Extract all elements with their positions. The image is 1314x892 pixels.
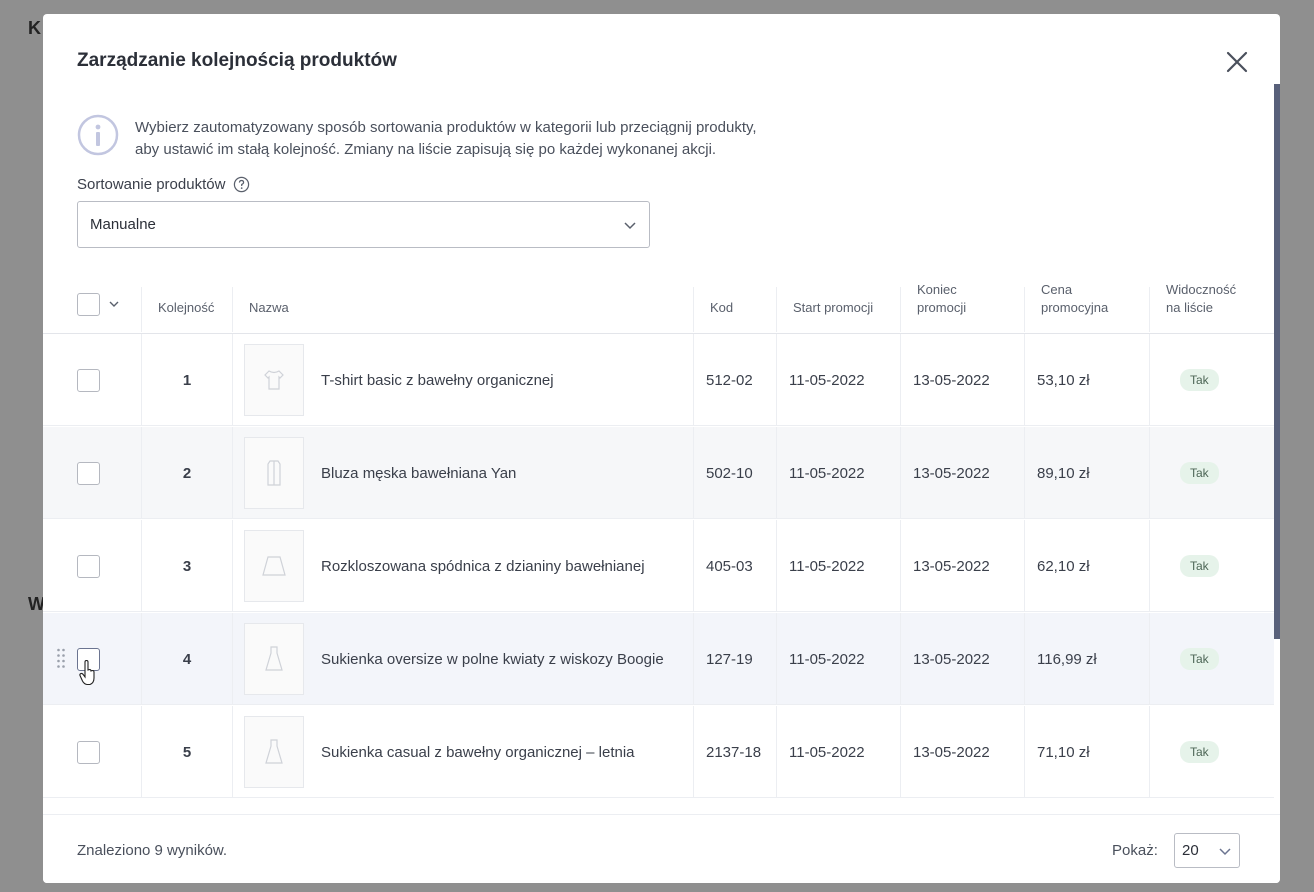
header-end-line2: promocji <box>917 300 967 315</box>
visibility-badge: Tak <box>1180 555 1219 577</box>
row-price: 89,10 zł <box>1037 464 1090 482</box>
sort-select[interactable]: Manualne <box>77 201 650 248</box>
row-code: 405-03 <box>706 557 753 575</box>
row-end: 13-05-2022 <box>913 464 990 482</box>
table-header: Kolejność Nazwa Kod Start promocji Konie… <box>43 279 1274 334</box>
row-start: 11-05-2022 <box>789 557 865 575</box>
row-checkbox[interactable] <box>77 740 100 764</box>
hand-cursor-icon <box>79 660 95 686</box>
table-row[interactable]: 1 T-shirt basic z bawełny organicznej 51… <box>43 334 1274 426</box>
info-text: Wybierz zautomatyzowany sposób sortowani… <box>135 117 835 161</box>
row-name: Bluza męska bawełniana Yan <box>321 464 517 482</box>
row-code: 2137-18 <box>706 743 762 761</box>
dress-icon <box>244 716 304 788</box>
row-end: 13-05-2022 <box>913 743 990 761</box>
header-code[interactable]: Kod <box>710 299 733 317</box>
visibility-badge: Tak <box>1180 648 1219 670</box>
row-order: 5 <box>182 743 192 761</box>
row-code: 127-19 <box>706 650 753 668</box>
row-checkbox[interactable] <box>77 554 100 578</box>
row-price: 116,99 zł <box>1037 650 1097 668</box>
header-end[interactable]: Koniec promocji <box>917 281 966 317</box>
info-line-1: Wybierz zautomatyzowany sposób sortowani… <box>135 119 757 136</box>
select-all-chevron-icon[interactable] <box>108 300 120 309</box>
chevron-down-icon <box>1219 847 1231 855</box>
page-size-label: Pokaż: <box>1112 842 1158 859</box>
modal-title: Zarządzanie kolejnością produktów <box>77 50 397 71</box>
row-end: 13-05-2022 <box>913 371 990 389</box>
close-icon[interactable] <box>1223 48 1251 76</box>
row-checkbox[interactable] <box>77 461 100 485</box>
modal-scrollbar[interactable] <box>1274 84 1280 639</box>
row-order: 1 <box>182 371 192 389</box>
header-price[interactable]: Cena promocyjna <box>1041 281 1108 317</box>
row-order: 4 <box>182 650 192 668</box>
visibility-badge: Tak <box>1180 369 1219 391</box>
header-order[interactable]: Kolejność <box>158 299 214 317</box>
page-size-select[interactable]: 20 <box>1174 833 1240 868</box>
product-order-modal: Zarządzanie kolejnością produktów Wybier… <box>43 14 1280 883</box>
row-code: 512-02 <box>706 371 753 389</box>
visibility-badge: Tak <box>1180 741 1219 763</box>
tshirt-icon <box>244 344 304 416</box>
row-checkbox[interactable] <box>77 368 100 392</box>
results-count: Znaleziono 9 wyników. <box>77 842 228 859</box>
row-start: 11-05-2022 <box>789 650 865 668</box>
background-fragment-top: K <box>28 18 41 38</box>
table-row[interactable]: 3 Rozkloszowana spódnica z dzianiny bawe… <box>43 520 1274 612</box>
row-name: T-shirt basic z bawełny organicznej <box>321 371 554 389</box>
row-price: 71,10 zł <box>1037 743 1090 761</box>
header-start[interactable]: Start promocji <box>793 299 873 317</box>
row-order: 2 <box>182 464 192 482</box>
header-visibility[interactable]: Widoczność na liście <box>1166 281 1236 317</box>
row-price: 62,10 zł <box>1037 557 1090 575</box>
header-end-line1: Koniec <box>917 282 957 297</box>
info-icon <box>77 114 119 156</box>
skirt-icon <box>244 530 304 602</box>
hoodie-icon <box>244 437 304 509</box>
visibility-badge: Tak <box>1180 462 1219 484</box>
page-size-value: 20 <box>1182 842 1199 859</box>
drag-handle-icon[interactable] <box>56 647 66 669</box>
header-visibility-line2: na liście <box>1166 300 1213 315</box>
row-start: 11-05-2022 <box>789 743 865 761</box>
sort-label: Sortowanie produktów <box>77 176 250 193</box>
row-name: Sukienka casual z bawełny organicznej – … <box>321 743 635 761</box>
row-order: 3 <box>182 557 192 575</box>
row-end: 13-05-2022 <box>913 650 990 668</box>
sort-select-value: Manualne <box>90 216 156 233</box>
table-row[interactable]: 5 Sukienka casual z bawełny organicznej … <box>43 706 1274 798</box>
help-icon[interactable] <box>233 176 250 193</box>
header-name[interactable]: Nazwa <box>249 299 289 317</box>
dress-icon <box>244 623 304 695</box>
modal-footer: Znaleziono 9 wyników. Pokaż: 20 <box>43 814 1280 883</box>
chevron-down-icon <box>624 221 636 229</box>
row-name: Sukienka oversize w polne kwiaty z wisko… <box>321 650 664 668</box>
info-line-2: aby ustawić im stałą kolejność. Zmiany n… <box>135 141 717 158</box>
header-visibility-line1: Widoczność <box>1166 282 1237 297</box>
table-row[interactable]: 4 Sukienka oversize w polne kwiaty z wis… <box>43 613 1274 705</box>
row-start: 11-05-2022 <box>789 464 865 482</box>
row-code: 502-10 <box>706 464 753 482</box>
select-all-checkbox[interactable] <box>77 293 100 316</box>
row-end: 13-05-2022 <box>913 557 990 575</box>
row-name: Rozkloszowana spódnica z dzianiny bawełn… <box>321 557 645 575</box>
sort-label-text: Sortowanie produktów <box>77 176 226 193</box>
table-row[interactable]: 2 Bluza męska bawełniana Yan 502-10 11-0… <box>43 427 1274 519</box>
row-price: 53,10 zł <box>1037 371 1090 389</box>
header-price-line1: Cena <box>1041 282 1073 297</box>
header-price-line2: promocyjna <box>1041 300 1109 315</box>
row-start: 11-05-2022 <box>789 371 865 389</box>
